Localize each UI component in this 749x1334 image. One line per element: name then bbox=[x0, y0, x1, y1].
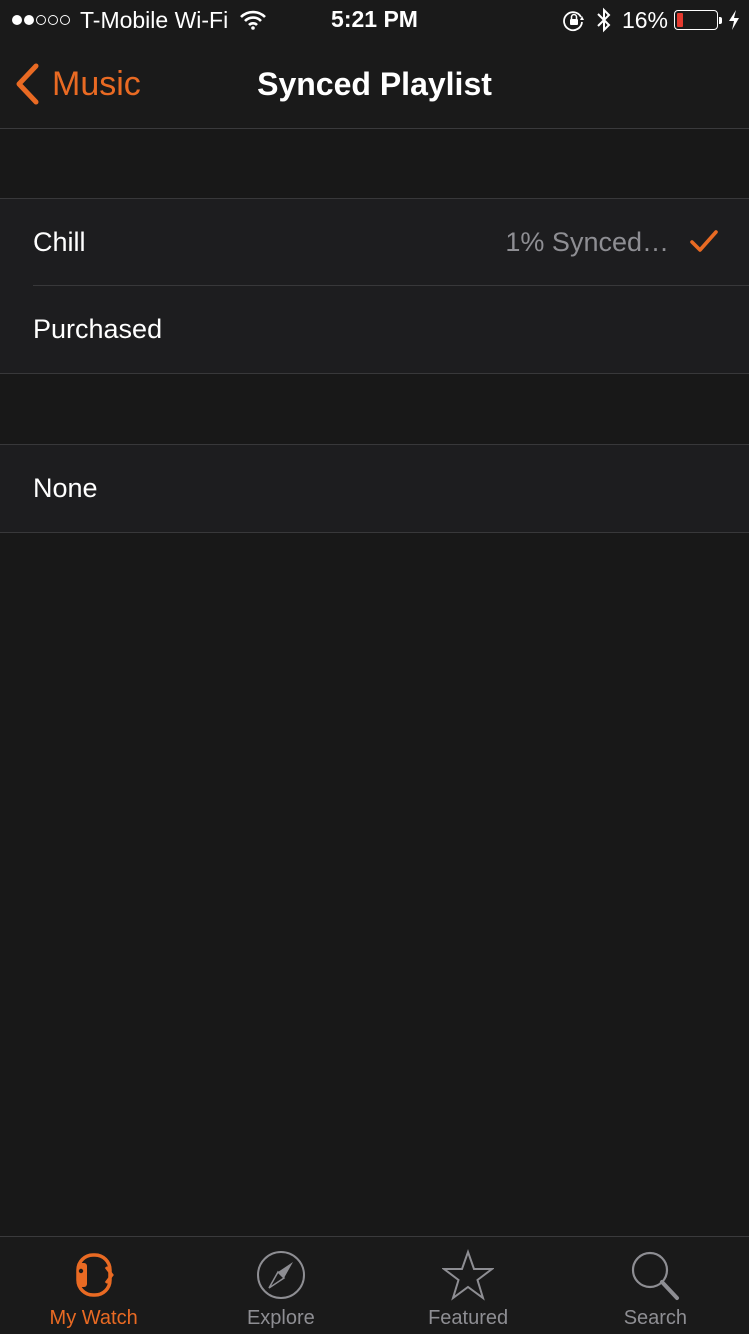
playlist-list: Chill 1% Synced… Purchased bbox=[0, 198, 749, 374]
playlist-row-chill[interactable]: Chill 1% Synced… bbox=[0, 199, 749, 286]
sync-status: 1% Synced… bbox=[505, 227, 669, 257]
charging-bolt-icon bbox=[729, 10, 739, 30]
page-title: Synced Playlist bbox=[257, 66, 492, 102]
none-option-group: None bbox=[0, 444, 749, 533]
status-bar: T-Mobile Wi-Fi 5:21 PM 16% bbox=[0, 0, 749, 40]
star-icon bbox=[442, 1249, 495, 1301]
tab-bar: My Watch Explore Featured Search bbox=[0, 1236, 749, 1334]
search-icon bbox=[632, 1251, 680, 1300]
tab-label: Search bbox=[623, 1307, 688, 1329]
tab-label: Explore bbox=[246, 1307, 315, 1329]
checkmark-icon bbox=[690, 230, 718, 252]
tab-explore[interactable]: Explore bbox=[187, 1237, 374, 1334]
navigation-bar: Music Synced Playlist bbox=[0, 40, 749, 129]
battery-icon bbox=[674, 10, 718, 30]
battery-level-fill bbox=[677, 13, 683, 27]
playlist-label: Purchased bbox=[33, 314, 163, 344]
tab-search[interactable]: Search bbox=[562, 1237, 749, 1334]
battery-tip bbox=[719, 16, 722, 24]
status-right: 16% bbox=[562, 6, 741, 34]
watch-icon bbox=[75, 1253, 114, 1297]
rotation-lock-icon bbox=[563, 11, 584, 32]
compass-icon bbox=[256, 1251, 305, 1299]
tab-label: My Watch bbox=[49, 1307, 138, 1329]
tab-my-watch[interactable]: My Watch bbox=[0, 1237, 187, 1334]
playlist-label: Chill bbox=[33, 227, 86, 257]
none-label: None bbox=[33, 473, 98, 503]
tab-label: Featured bbox=[428, 1307, 509, 1329]
bluetooth-icon bbox=[597, 7, 611, 33]
tab-featured[interactable]: Featured bbox=[375, 1237, 562, 1334]
playlist-row-purchased[interactable]: Purchased bbox=[0, 286, 749, 373]
none-option-row[interactable]: None bbox=[0, 445, 749, 532]
battery-percent: 16% bbox=[621, 6, 668, 33]
